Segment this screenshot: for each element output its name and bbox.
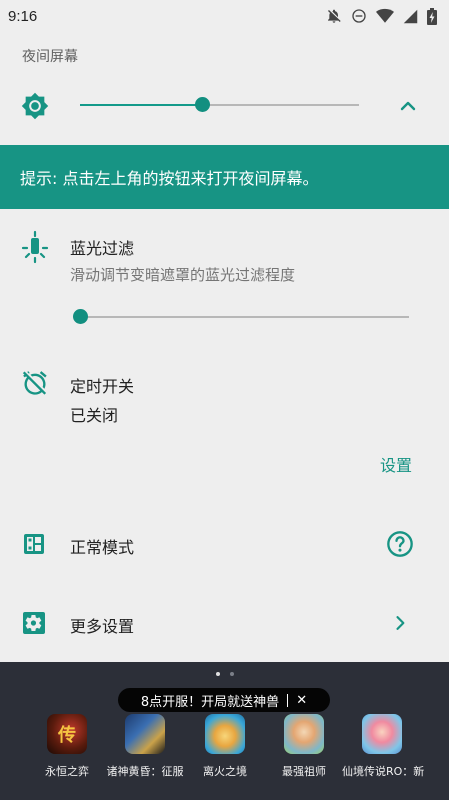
- blue-filter-title: 蓝光过滤: [70, 239, 135, 258]
- ad-panel[interactable]: 8点开服！开局就送神兽 ✕ 传 永恒之弈 诸神黄昏：征服 离火之境 最强祖师 仙…: [0, 662, 449, 800]
- svg-text:传: 传: [57, 724, 76, 746]
- app-icon: [284, 714, 324, 754]
- lightbulb-icon: [21, 230, 49, 264]
- chevron-right-icon: [396, 616, 405, 630]
- app-name: 最强祖师: [282, 765, 326, 778]
- schedule-title: 定时开关: [70, 377, 135, 396]
- schedule-settings-link[interactable]: 设置: [380, 452, 412, 476]
- battery-charging-icon: [427, 7, 437, 25]
- app-title: 夜间屏幕: [22, 49, 78, 65]
- status-icons: [326, 7, 437, 25]
- close-icon[interactable]: ✕: [287, 693, 307, 707]
- page-indicator: [0, 672, 449, 676]
- brightness-slider-thumb[interactable]: [195, 97, 211, 112]
- app-tile[interactable]: 诸神黄昏：征服: [105, 714, 185, 779]
- blue-filter-slider[interactable]: [80, 316, 409, 318]
- hint-banner: 提示: 点击左上角的按钮来打开夜间屏幕。: [0, 145, 449, 209]
- app-name: 诸神黄昏：征服: [106, 765, 184, 778]
- blue-filter-slider-thumb[interactable]: [72, 309, 88, 324]
- blue-filter-section: 蓝光过滤 滑动调节变暗遮罩的蓝光过滤程度: [0, 222, 449, 342]
- brightness-row: [0, 86, 449, 126]
- alarm-off-icon: [22, 371, 47, 395]
- hint-text: 提示: 点击左上角的按钮来打开夜间屏幕。: [20, 169, 319, 188]
- page-dot: [229, 672, 234, 676]
- blue-filter-subtitle: 滑动调节变暗遮罩的蓝光过滤程度: [70, 266, 296, 284]
- more-settings-title: 更多设置: [70, 617, 135, 636]
- app-icon: [205, 714, 245, 754]
- app-icon: 传: [47, 714, 87, 754]
- app-icon: [125, 714, 165, 754]
- notifications-off-icon: [328, 9, 341, 23]
- page-dot: [215, 672, 220, 676]
- do-not-disturb-icon: [352, 9, 366, 23]
- signal-icon: [403, 9, 418, 23]
- brightness-slider-fill: [80, 104, 203, 106]
- status-time: 9:16: [8, 7, 38, 25]
- promo-text: 8点开服！开局就送神兽: [140, 694, 280, 710]
- collapse-button[interactable]: [396, 94, 420, 118]
- app-name: 离火之境: [203, 765, 247, 778]
- app-tile[interactable]: 传 永恒之弈: [27, 714, 107, 779]
- brightness-icon: [21, 92, 49, 120]
- help-icon[interactable]: [386, 530, 414, 558]
- mode-row[interactable]: 正常模式: [0, 520, 449, 568]
- promo-banner[interactable]: 8点开服！开局就送神兽 ✕: [118, 688, 330, 712]
- wifi-icon: [376, 8, 394, 23]
- mode-title: 正常模式: [70, 538, 135, 557]
- app-name: 永恒之弈: [45, 765, 89, 778]
- app-tile[interactable]: 最强祖师: [264, 714, 344, 779]
- schedule-status: 已关闭: [70, 406, 119, 425]
- gear-icon: [23, 612, 45, 634]
- mode-icon: [24, 534, 44, 554]
- app-tile[interactable]: 仙境传说RO：新: [342, 714, 425, 779]
- app-icon: [362, 714, 402, 754]
- app-name: 仙境传说RO：新: [342, 765, 425, 778]
- more-settings-row[interactable]: 更多设置: [0, 600, 449, 648]
- status-bar: 9:16: [0, 0, 449, 32]
- app-tile[interactable]: 离火之境: [185, 714, 265, 779]
